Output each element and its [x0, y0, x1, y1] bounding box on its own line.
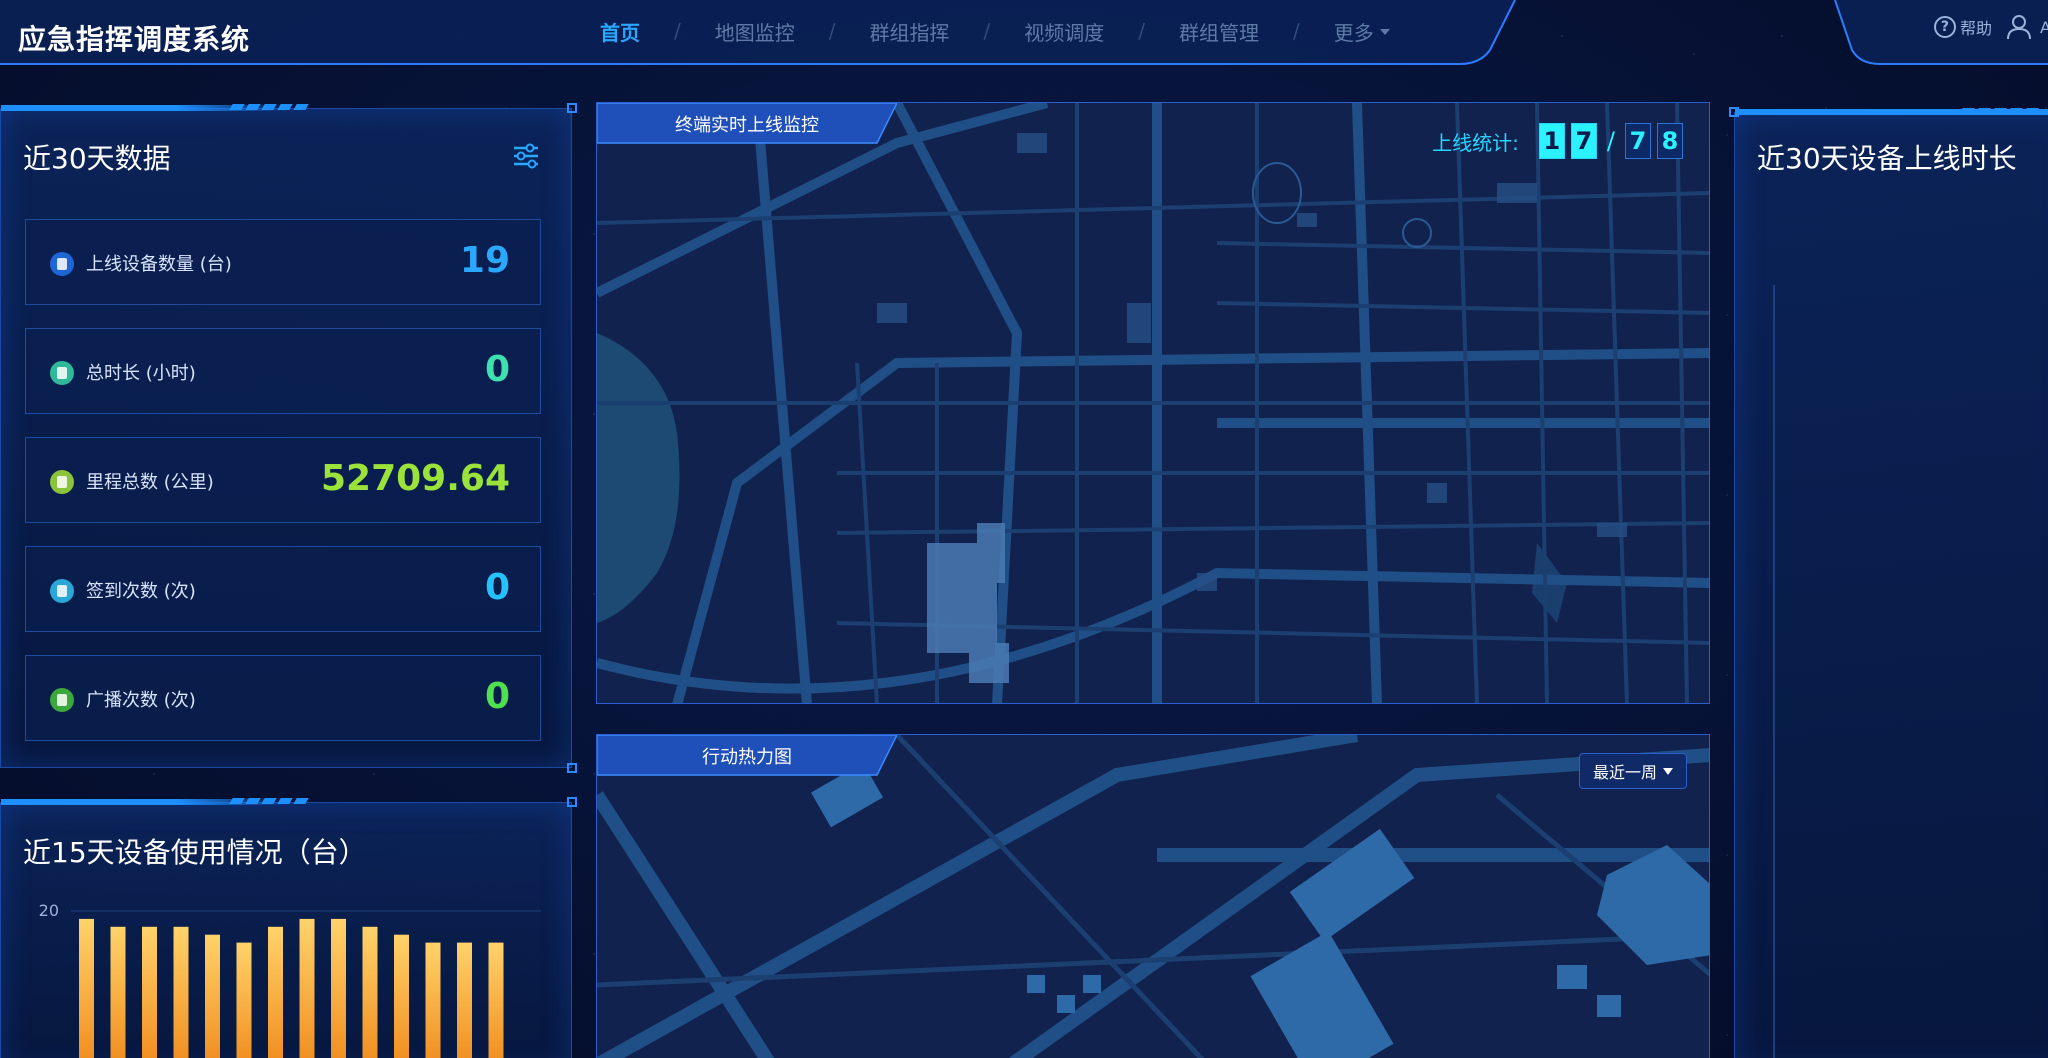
usage-panel-title: 近15天设备使用情况（台）	[23, 836, 367, 869]
activity-heatmap-map[interactable]: 行动热力图 最近一周	[596, 734, 1710, 1058]
city-map[interactable]	[597, 103, 1710, 704]
nav-separator: /	[828, 19, 836, 43]
summary-panel-title: 近30天数据	[23, 142, 171, 175]
usage-bar	[362, 926, 378, 1058]
device-icon	[50, 252, 74, 276]
nav-group-manage[interactable]: 群组管理	[1179, 17, 1259, 46]
stat-label: 广播次数 (次)	[86, 690, 196, 711]
total-digit: 8	[1657, 123, 1683, 159]
broadcast-icon	[50, 688, 74, 712]
online-stats-label: 上线统计:	[1432, 130, 1519, 155]
nav-more-menu[interactable]: 更多	[1334, 17, 1390, 46]
stat-card-online-devices: 上线设备数量 (台) 19	[25, 219, 541, 305]
usage-bar	[268, 926, 283, 1058]
app-title: 应急指挥调度系统	[18, 23, 251, 56]
stat-card-total-duration: 总时长 (小时) 0	[25, 328, 541, 414]
help-icon: ?	[1933, 16, 1956, 38]
time-range-value: 最近一周	[1592, 763, 1657, 782]
nav-home[interactable]: 首页	[600, 17, 640, 46]
mileage-icon	[50, 470, 74, 494]
nav-more-label: 更多	[1333, 20, 1374, 45]
nav-group-command[interactable]: 群组指挥	[870, 17, 950, 46]
online-digit: 1	[1538, 123, 1565, 159]
online-stats: 上线统计: 1 7 / 7 8	[1432, 123, 1683, 159]
stat-card-checkins: 签到次数 (次) 0	[25, 546, 541, 632]
chart-bars	[79, 918, 504, 1058]
panel-corner	[567, 797, 577, 807]
clock-icon	[50, 361, 74, 385]
panel-accent-chevrons	[1959, 108, 2039, 114]
usage-bar	[110, 926, 126, 1058]
online-duration-title: 近30天设备上线时长	[1757, 142, 2017, 175]
stat-label: 里程总数 (公里)	[86, 472, 214, 493]
chevron-down-icon	[1663, 767, 1673, 775]
usage-bar	[425, 942, 441, 1058]
usage-panel: 近15天设备使用情况（台） 20	[0, 797, 577, 1058]
stat-value: 19	[459, 240, 510, 281]
y-tick-label: 20	[39, 901, 59, 920]
usage-bar	[457, 942, 472, 1058]
help-button[interactable]: ? 帮助	[1933, 15, 1992, 39]
user-label: A	[2040, 17, 2048, 37]
nav-separator: /	[1138, 19, 1145, 43]
stat-value: 0	[484, 349, 510, 390]
terminal-monitor-map[interactable]: 终端实时上线监控 上线统计: 1 7 / 7 8	[596, 102, 1710, 704]
checkin-icon	[50, 579, 74, 603]
digit-separator: /	[1606, 127, 1615, 155]
heatmap-tab-title: 行动热力图	[702, 747, 792, 768]
nav-separator: /	[674, 19, 681, 43]
usage-bar	[236, 942, 252, 1058]
usage-bar	[331, 918, 346, 1058]
main-nav: 首页 / 地图监控 / 群组指挥 / 视频调度 / 群组管理 / 更多	[600, 14, 1390, 48]
user-icon	[2007, 15, 2031, 40]
help-label: 帮助	[1959, 19, 1992, 38]
panel-accent-chevrons	[229, 798, 309, 804]
nav-video-dispatch[interactable]: 视频调度	[1024, 17, 1104, 46]
filter-settings-icon[interactable]	[511, 141, 541, 171]
header-tools: ? 帮助 A	[1933, 14, 2048, 40]
usage-bar	[299, 918, 315, 1058]
panel-corner	[1729, 107, 1739, 117]
total-digit: 7	[1625, 123, 1651, 159]
panel-corner	[567, 763, 577, 773]
stat-value: 0	[484, 676, 510, 717]
summary-panel: 近30天数据 上线设备数量 (台) 19 总时长 (小时) 0 里程总数 (公里…	[0, 103, 577, 773]
usage-bar	[142, 926, 157, 1058]
online-duration-panel: 近30天设备上线时长	[1729, 107, 2048, 1058]
heatmap-map[interactable]	[597, 735, 1710, 1058]
nav-separator: /	[983, 19, 991, 43]
stat-label: 签到次数 (次)	[86, 581, 196, 602]
usage-bar	[205, 934, 220, 1058]
panel-accent-chevrons	[229, 104, 309, 110]
chart-axis-line	[1773, 285, 1775, 1058]
stat-value: 52709.64	[320, 458, 510, 499]
nav-map-monitor[interactable]: 地图监控	[715, 17, 795, 46]
stat-card-total-mileage: 里程总数 (公里) 52709.64	[25, 437, 541, 523]
usage-bar	[488, 942, 504, 1058]
stat-label: 总时长 (小时)	[86, 363, 196, 384]
usage-bar-chart: 20	[39, 901, 541, 1058]
nav-separator: /	[1293, 19, 1300, 43]
stat-card-broadcasts: 广播次数 (次) 0	[25, 655, 541, 741]
usage-bar	[173, 926, 189, 1058]
monitor-tab-title: 终端实时上线监控	[675, 115, 819, 136]
online-digit: 7	[1570, 123, 1597, 159]
stat-value: 0	[484, 567, 510, 608]
panel-corner	[567, 103, 577, 113]
usage-bar	[394, 934, 409, 1058]
stat-label: 上线设备数量 (台)	[86, 254, 232, 275]
time-range-select[interactable]: 最近一周	[1579, 753, 1687, 789]
chevron-down-icon	[1379, 29, 1390, 35]
usage-bar	[79, 918, 94, 1058]
top-header: 应急指挥调度系统 首页 / 地图监控 / 群组指挥 / 视频调度 / 群组管理 …	[0, 0, 2048, 86]
user-menu[interactable]: A	[2006, 14, 2048, 40]
